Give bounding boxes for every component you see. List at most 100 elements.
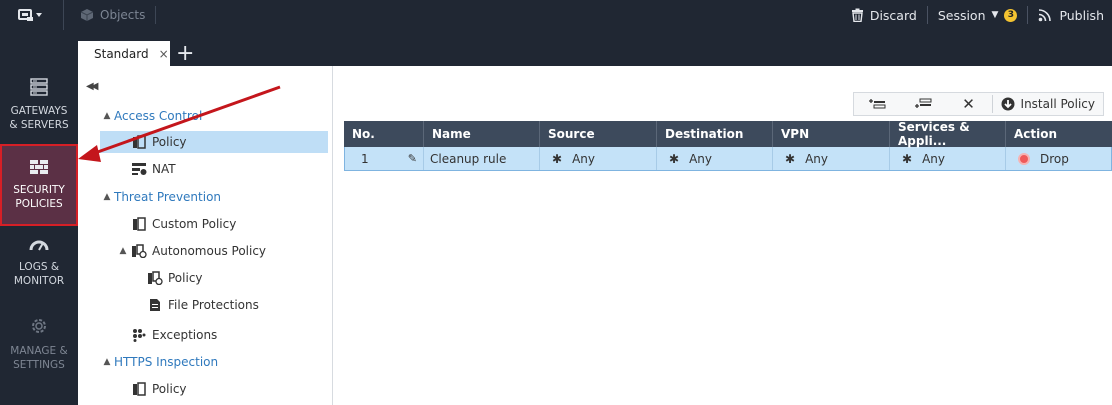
publish-signal-icon (1039, 9, 1052, 22)
firewall-bricks-icon (30, 160, 48, 174)
policy-book-icon (130, 382, 148, 396)
chevron-down-icon: ▼ (991, 10, 999, 20)
tree-item-autonomous-policy[interactable]: ▲ Autonomous Policy (116, 240, 266, 262)
rule-vpn: Any (805, 151, 828, 166)
delete-rule-button[interactable]: ✕ (946, 93, 992, 115)
rail-label-line1: LOGS & (18, 261, 60, 273)
tree-label: Access Control (114, 109, 203, 123)
rail-label-line2: & SERVERS (9, 119, 69, 131)
rail-label-line1: GATEWAYS (10, 105, 68, 117)
column-header-name[interactable]: Name (424, 121, 540, 147)
rule-name-cell[interactable]: Cleanup rule (424, 147, 540, 170)
add-rule-above-button[interactable] (854, 93, 900, 115)
collapse-panel-icon[interactable]: ◀◀ (86, 81, 99, 92)
caret-up-icon[interactable]: ▲ (100, 357, 114, 367)
tree-item-autonomous-sub-policy[interactable]: Policy (146, 267, 203, 289)
asterisk-icon: ✱ (902, 151, 913, 166)
tree-label: File Protections (168, 298, 259, 312)
discard-button[interactable]: Discard (841, 6, 927, 24)
main-menu-button[interactable] (0, 0, 64, 30)
rule-number: 1 (361, 151, 369, 166)
tree-item-https-inspection[interactable]: ▲ HTTPS Inspection (100, 351, 219, 373)
rail-item-gateways-servers[interactable]: GATEWAYS & SERVERS (0, 78, 78, 132)
rulebase-toolbar: ✕ Install Policy (852, 92, 1104, 116)
policy-book-icon (130, 217, 148, 231)
rule-source: Any (572, 151, 595, 166)
autonomous-policy-icon (146, 271, 164, 285)
session-count-badge: 3 (1004, 8, 1018, 22)
top-bar: Objects Discard Session ▼ 3 Publish (0, 0, 1112, 30)
tree-item-threat-prevention[interactable]: ▲ Threat Prevention (100, 186, 221, 208)
objects-label: Objects (100, 8, 146, 22)
caret-up-icon[interactable]: ▲ (100, 111, 114, 121)
server-stack-icon (30, 78, 48, 96)
rule-number-cell[interactable]: 1 ✎ (345, 147, 424, 170)
cube-icon (80, 9, 94, 21)
rail-label-line2: SETTINGS (13, 359, 65, 371)
tree-label: Policy (152, 135, 187, 149)
column-header-action[interactable]: Action (1006, 121, 1112, 147)
tree-label: HTTPS Inspection (114, 355, 219, 369)
tree-label: Policy (152, 382, 187, 396)
policy-tree: ◀◀ ▲ Access Control Policy NAT ▲ Threat … (78, 66, 333, 405)
column-header-no[interactable]: No. (344, 121, 424, 147)
rules-table: No. Name Source Destination VPN Services… (344, 120, 1112, 171)
rail-item-logs-monitor[interactable]: LOGS & MONITOR (0, 238, 78, 288)
tree-label: Autonomous Policy (152, 244, 267, 258)
column-header-vpn[interactable]: VPN (773, 121, 890, 147)
column-header-services[interactable]: Services & Appli... (890, 120, 1006, 148)
close-icon[interactable]: × (159, 47, 169, 61)
session-label: Session (937, 7, 986, 23)
pencil-icon[interactable]: ✎ (408, 152, 417, 165)
asterisk-icon: ✱ (785, 151, 796, 166)
add-rule-above-icon (868, 99, 886, 109)
rule-services-cell[interactable]: ✱ Any (890, 147, 1006, 170)
exceptions-dots-icon (130, 328, 148, 342)
install-policy-button[interactable]: Install Policy (993, 97, 1103, 111)
tree-item-nat[interactable]: NAT (130, 158, 176, 180)
caret-up-icon[interactable]: ▲ (100, 192, 114, 202)
tree-item-access-control[interactable]: ▲ Access Control (100, 105, 203, 127)
add-tab-button[interactable]: + (176, 43, 194, 65)
rule-action-cell[interactable]: Drop (1006, 147, 1110, 170)
tree-item-file-protections[interactable]: File Protections (146, 294, 259, 316)
caret-up-icon[interactable]: ▲ (116, 246, 130, 256)
tab-label: Standard (94, 46, 149, 61)
tree-item-access-policy[interactable]: Policy (100, 131, 328, 153)
tab-standard[interactable]: Standard × (78, 41, 170, 66)
rule-services: Any (922, 151, 945, 166)
rail-item-manage-settings[interactable]: MANAGE & SETTINGS (0, 316, 78, 372)
objects-button[interactable]: Objects (64, 6, 156, 24)
tree-item-custom-policy[interactable]: Custom Policy (130, 213, 236, 235)
tree-item-https-policy[interactable]: Policy (130, 378, 187, 400)
policy-rulebase: ✕ Install Policy No. Name Source Destina… (334, 66, 1112, 405)
rail-label-line2: POLICIES (15, 198, 63, 210)
rule-action: Drop (1040, 151, 1069, 166)
rail-item-security-policies[interactable]: SECURITY POLICIES (0, 144, 78, 226)
add-rule-below-button[interactable] (900, 93, 946, 115)
rule-source-cell[interactable]: ✱ Any (540, 147, 657, 170)
tree-label: Custom Policy (152, 217, 237, 231)
rule-destination-cell[interactable]: ✱ Any (657, 147, 773, 170)
publish-button[interactable]: Publish (1028, 6, 1112, 24)
trash-icon (851, 8, 863, 22)
column-header-destination[interactable]: Destination (657, 121, 773, 147)
rail-label-line1: SECURITY (13, 184, 65, 196)
asterisk-icon: ✱ (669, 151, 680, 166)
navigation-rail: GATEWAYS & SERVERS SECURITY POLICIES LOG… (0, 30, 78, 405)
autonomous-policy-icon (130, 244, 148, 258)
table-header: No. Name Source Destination VPN Services… (344, 120, 1112, 148)
session-button[interactable]: Session ▼ 3 (928, 6, 1028, 24)
discard-label: Discard (869, 7, 917, 23)
rail-label-line1: MANAGE & (10, 345, 68, 357)
rule-vpn-cell[interactable]: ✱ Any (773, 147, 890, 170)
tree-label: Exceptions (152, 328, 218, 342)
download-circle-icon (1001, 97, 1015, 111)
column-header-source[interactable]: Source (540, 121, 657, 147)
close-icon: ✕ (962, 95, 975, 113)
app-menu-icon (18, 9, 42, 21)
tab-strip: Standard × + (78, 30, 1112, 66)
table-row[interactable]: 1 ✎ Cleanup rule ✱ Any ✱ Any ✱ Any ✱ Any (344, 147, 1112, 171)
tree-item-exceptions[interactable]: Exceptions (130, 324, 217, 346)
gauge-icon (29, 240, 49, 251)
